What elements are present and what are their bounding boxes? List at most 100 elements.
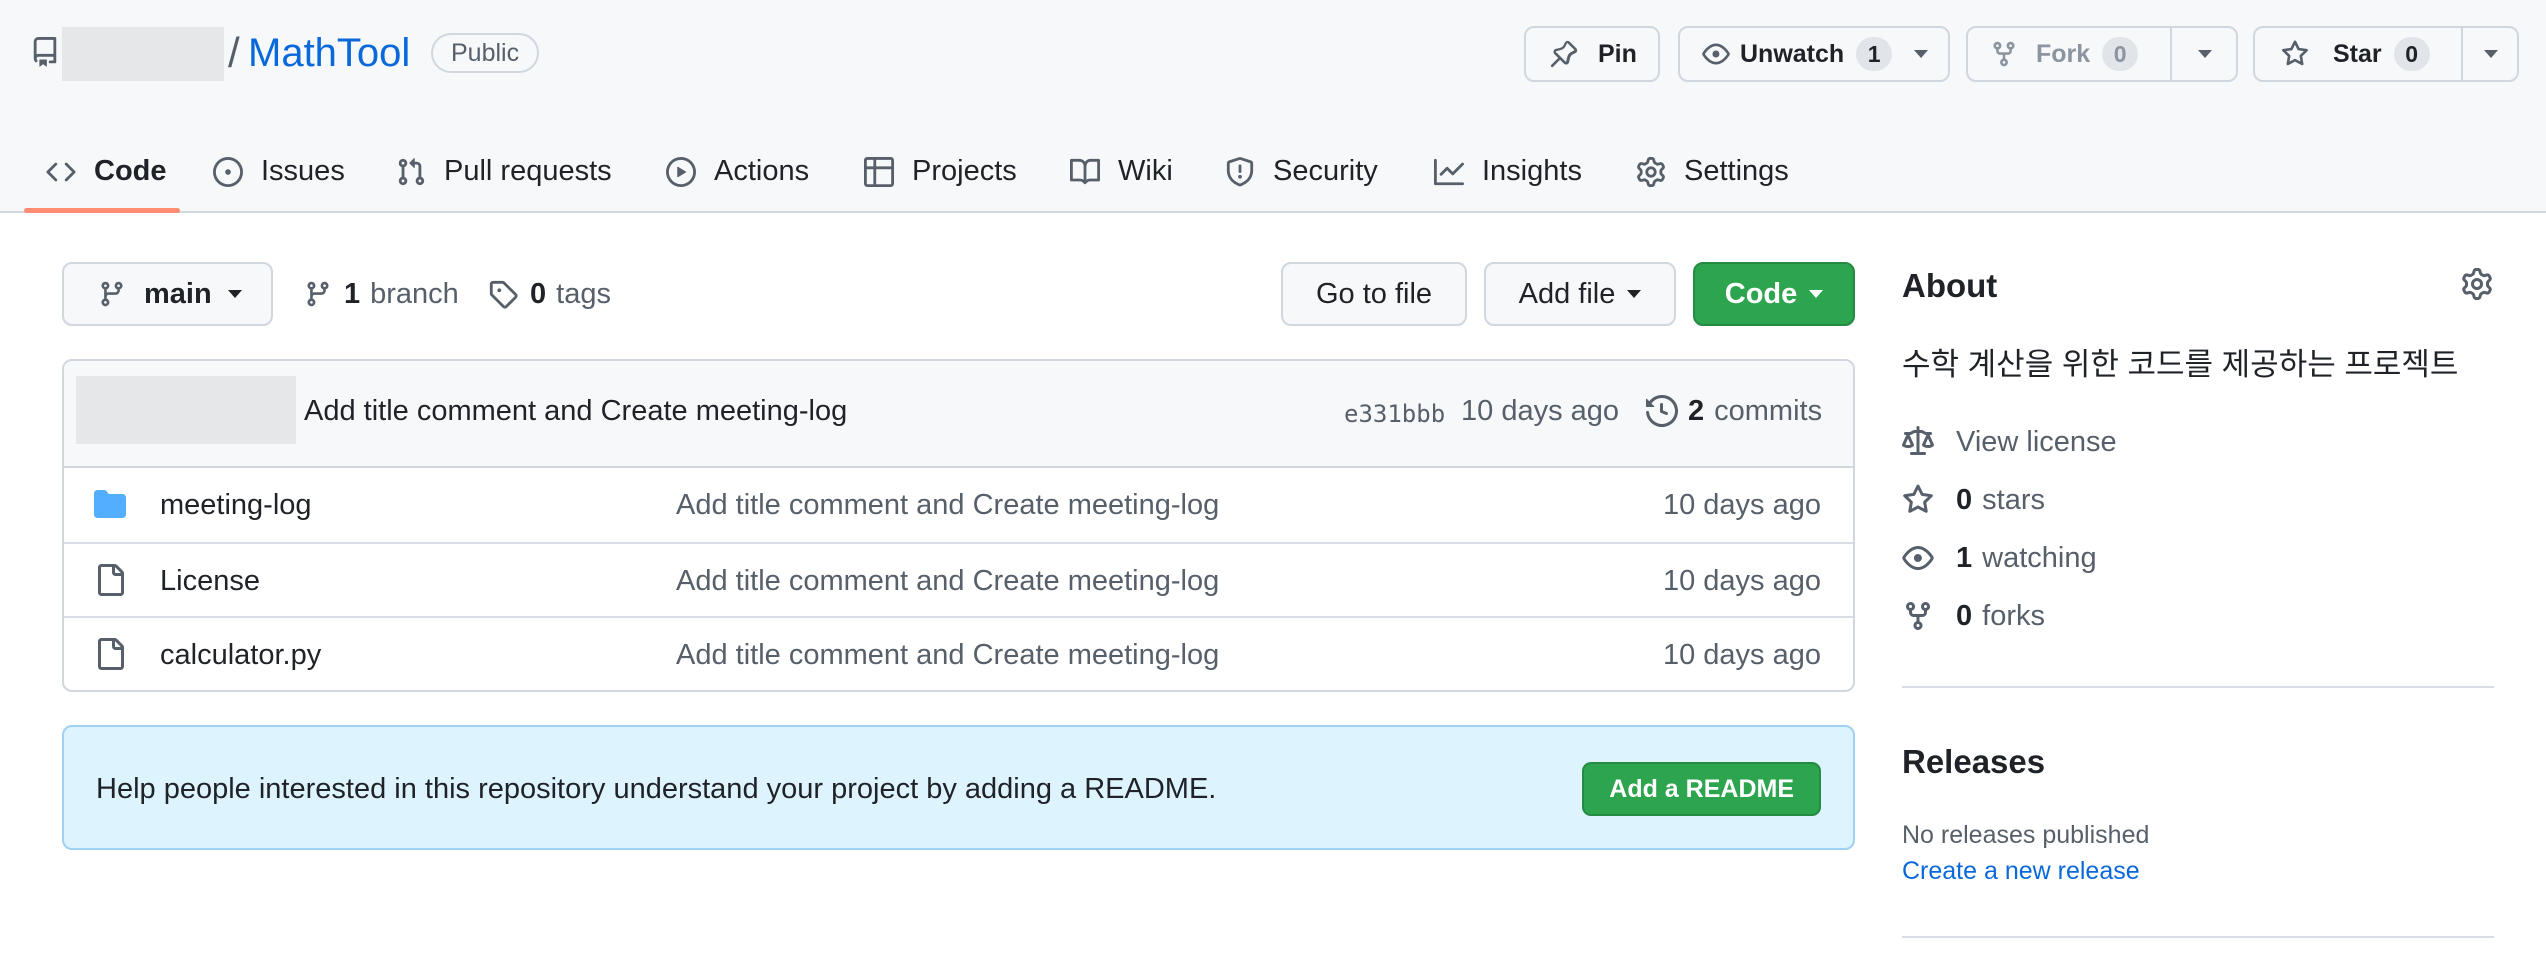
tab-issues-label: Issues — [261, 155, 345, 187]
file-name[interactable]: meeting-log — [160, 485, 312, 525]
tab-security[interactable]: Security — [1225, 130, 1378, 213]
file-row[interactable]: meeting-log Add title comment and Create… — [64, 468, 1853, 542]
pin-label: Pin — [1598, 39, 1637, 68]
gear-icon[interactable] — [2461, 268, 2493, 300]
add-file-button[interactable]: Add file — [1484, 262, 1676, 326]
history-icon — [1646, 395, 1678, 427]
readme-prompt: Help people interested in this repositor… — [62, 725, 1855, 850]
unwatch-button[interactable]: Unwatch 1 — [1678, 26, 1950, 82]
repo-icon — [33, 37, 57, 67]
branch-icon — [101, 281, 123, 307]
pin-button[interactable]: Pin — [1524, 26, 1660, 82]
add-file-label: Add file — [1518, 277, 1616, 310]
forks-count: 0 — [1956, 599, 1973, 632]
star-label: Star — [2333, 39, 2382, 68]
latest-commit-message[interactable]: Add title comment and Create meeting-log — [304, 391, 847, 431]
code-button[interactable]: Code — [1693, 262, 1855, 326]
commit-hash[interactable]: e331bbb — [1344, 394, 1445, 434]
chevron-down-icon — [2484, 50, 2498, 58]
sidebar-divider — [1902, 686, 2494, 688]
create-release-link[interactable]: Create a new release — [1902, 854, 2140, 888]
commit-count: 2 — [1688, 394, 1705, 427]
unwatch-label: Unwatch — [1740, 39, 1845, 68]
watching-link[interactable]: 1 watching — [1902, 538, 2097, 578]
repo-description: 수학 계산을 위한 코드를 제공하는 프로젝트 — [1902, 347, 2459, 382]
forks-link[interactable]: 0 forks — [1902, 596, 2045, 636]
file-name[interactable]: calculator.py — [160, 635, 321, 675]
tab-settings[interactable]: Settings — [1636, 130, 1789, 213]
add-readme-button[interactable]: Add a README — [1582, 762, 1821, 816]
forks-label: forks — [1982, 599, 2045, 632]
file-commit-message[interactable]: Add title comment and Create meeting-log — [676, 635, 1219, 675]
graph-icon — [1434, 158, 1464, 185]
file-commit-message[interactable]: Add title comment and Create meeting-log — [676, 485, 1219, 525]
play-icon — [666, 156, 696, 187]
path-separator: / — [228, 29, 240, 76]
visibility-badge: Public — [431, 33, 540, 73]
tab-settings-label: Settings — [1684, 155, 1789, 187]
no-releases-text: No releases published — [1902, 821, 2150, 849]
file-commit-time: 10 days ago — [1662, 489, 1821, 521]
chevron-down-icon — [227, 290, 242, 298]
tab-projects-label: Projects — [912, 155, 1017, 187]
chevron-down-icon — [2198, 50, 2212, 58]
tab-code[interactable]: Code — [46, 130, 167, 213]
tab-actions-label: Actions — [714, 155, 810, 187]
tag-icon — [489, 280, 518, 309]
tab-wiki[interactable]: Wiki — [1070, 130, 1173, 213]
file-row[interactable]: calculator.py Add title comment and Crea… — [64, 616, 1853, 690]
file-commit-time: 10 days ago — [1662, 639, 1821, 671]
chevron-down-icon — [1809, 290, 1824, 298]
pull-request-icon — [398, 157, 425, 185]
file-icon — [98, 564, 124, 596]
branch-select-button[interactable]: main — [62, 262, 273, 326]
tab-wiki-label: Wiki — [1118, 155, 1173, 187]
releases-heading[interactable]: Releases — [1902, 742, 2045, 782]
branch-icon — [307, 281, 329, 307]
branch-name: main — [144, 277, 212, 310]
go-to-file-button[interactable]: Go to file — [1281, 262, 1467, 326]
owner-name-redacted[interactable] — [62, 27, 224, 81]
repo-header: / MathTool Public Pin Unwatch 1 Fork 0 S… — [0, 0, 2546, 213]
tab-insights[interactable]: Insights — [1434, 130, 1582, 213]
file-name[interactable]: License — [160, 561, 260, 601]
star-dropdown[interactable] — [2461, 28, 2519, 80]
tab-actions[interactable]: Actions — [666, 130, 809, 213]
tag-count: 0 — [530, 277, 547, 310]
active-tab-indicator — [24, 208, 180, 213]
chevron-down-icon — [1627, 290, 1642, 298]
code-button-label: Code — [1724, 277, 1798, 310]
branch-count-label: branch — [370, 277, 459, 310]
star-icon — [2282, 40, 2308, 66]
watching-count: 1 — [1956, 541, 1973, 574]
star-button[interactable]: Star 0 — [2253, 26, 2519, 82]
tab-insights-label: Insights — [1482, 155, 1582, 187]
file-row[interactable]: License Add title comment and Create mee… — [64, 542, 1853, 616]
branches-link[interactable]: 1 branch — [304, 262, 459, 326]
star-count: 0 — [2393, 37, 2430, 71]
fork-dropdown[interactable] — [2170, 28, 2238, 80]
tags-link[interactable]: 0 tags — [488, 262, 611, 326]
chevron-down-icon[interactable] — [1914, 50, 1929, 58]
issue-icon — [213, 156, 243, 187]
tab-code-label: Code — [94, 155, 167, 187]
fork-button[interactable]: Fork 0 — [1966, 26, 2238, 82]
tab-pull-requests[interactable]: Pull requests — [396, 130, 612, 213]
about-heading: About — [1902, 267, 1998, 304]
view-license-label: View license — [1956, 425, 2117, 458]
fork-icon — [1993, 41, 2015, 67]
fork-count: 0 — [2102, 37, 2139, 71]
stars-link[interactable]: 0 stars — [1902, 480, 2045, 520]
commit-count-label: commits — [1714, 394, 1823, 427]
stars-count: 0 — [1956, 483, 1973, 516]
book-icon — [1070, 158, 1100, 184]
tab-projects[interactable]: Projects — [864, 130, 1017, 213]
go-to-file-label: Go to file — [1315, 277, 1433, 310]
file-commit-message[interactable]: Add title comment and Create meeting-log — [676, 561, 1219, 601]
repo-name-link[interactable]: MathTool — [248, 27, 410, 79]
tab-issues[interactable]: Issues — [213, 130, 345, 213]
eye-icon — [1902, 546, 1934, 570]
view-license-link[interactable]: View license — [1902, 422, 2117, 462]
commit-author-redacted[interactable] — [76, 376, 296, 444]
commits-link[interactable]: 2 commits — [1646, 389, 1822, 433]
